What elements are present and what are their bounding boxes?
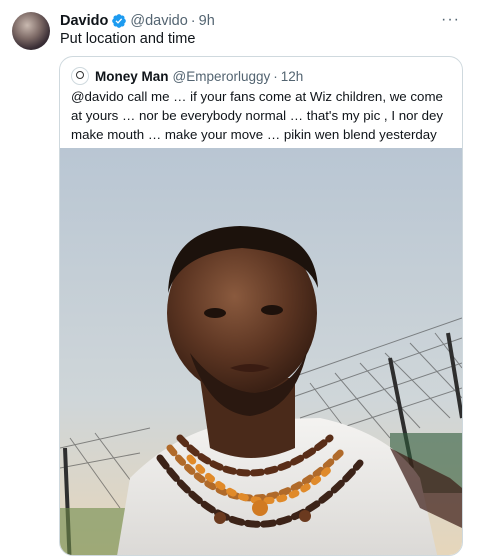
more-horizontal-icon[interactable]: ··· [441, 12, 460, 28]
quoted-author-handle[interactable]: @Emperorluggy [173, 69, 271, 84]
quoted-media-photo[interactable] [60, 148, 462, 555]
quoted-separator-dot: · [273, 68, 278, 84]
tweet-text: Put location and time [60, 31, 196, 47]
verified-badge-icon [111, 13, 127, 29]
author-avatar[interactable] [12, 12, 50, 50]
quoted-header: Money Man @Emperorluggy · 12h [71, 67, 303, 85]
tweet-time[interactable]: 9h [199, 13, 215, 29]
separator-dot: · [190, 13, 196, 29]
quoted-time[interactable]: 12h [281, 69, 304, 84]
author-name[interactable]: Davido [60, 13, 108, 29]
tweet[interactable]: Davido @davido · 9h ··· Put location and… [0, 0, 478, 556]
quoted-tweet[interactable]: Money Man @Emperorluggy · 12h @davido ca… [59, 56, 463, 556]
quoted-avatar[interactable] [71, 67, 89, 85]
tweet-header: Davido @davido · 9h [60, 11, 215, 31]
author-handle[interactable]: @davido [130, 13, 187, 29]
quoted-author-name[interactable]: Money Man [95, 69, 169, 84]
